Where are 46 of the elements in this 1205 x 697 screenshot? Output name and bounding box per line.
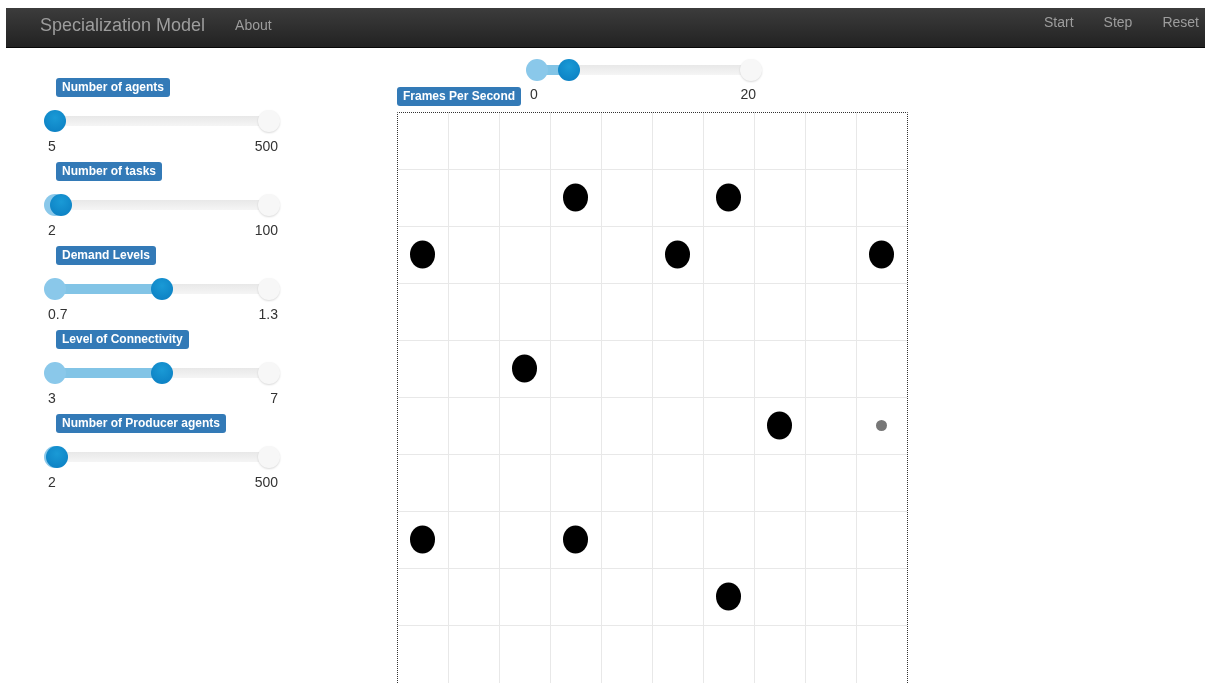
min-value: 0.7: [48, 305, 68, 324]
slider-handle[interactable]: [558, 59, 581, 81]
range-slider[interactable]: [44, 446, 280, 468]
max-value: 1.3: [258, 305, 278, 324]
max-value: 500: [254, 473, 278, 492]
slider-label: Frames Per Second: [397, 87, 522, 106]
max-value: 100: [254, 221, 278, 240]
agent-dot: [716, 183, 741, 212]
agent-dot: [716, 582, 741, 611]
agent-dot: [410, 525, 435, 554]
slider-handle[interactable]: [46, 446, 69, 468]
nav-link[interactable]: About: [235, 15, 272, 36]
slider-label: Number of agents: [56, 78, 170, 97]
min-value: 2: [48, 473, 56, 492]
range-slider[interactable]: [44, 194, 280, 216]
max-value: 500: [254, 137, 278, 156]
agent-dot: [876, 420, 887, 431]
agent-dot: [512, 354, 537, 383]
min-value: 3: [48, 389, 56, 408]
brand-title[interactable]: Specialization Model: [40, 12, 206, 39]
slider-handle[interactable]: [151, 362, 173, 384]
nav-link[interactable]: Reset: [1162, 12, 1199, 33]
agent-dot: [410, 240, 435, 269]
max-value: 7: [270, 389, 278, 408]
range-slider[interactable]: [44, 362, 280, 384]
nav-link[interactable]: Start: [1044, 12, 1074, 33]
agent-dot: [563, 525, 588, 554]
slider-label: Level of Connectivity: [56, 330, 189, 349]
agent-dot: [563, 183, 588, 212]
agent-dot: [767, 411, 792, 440]
range-slider[interactable]: [44, 110, 280, 132]
slider-handle[interactable]: [50, 194, 73, 216]
nav-link[interactable]: Step: [1103, 12, 1133, 33]
max-value: 20: [740, 85, 757, 104]
range-slider[interactable]: [526, 59, 763, 81]
slider-handle[interactable]: [44, 110, 66, 132]
range-slider[interactable]: [44, 278, 280, 300]
slider-label: Number of tasks: [56, 162, 163, 181]
min-value: 2: [48, 221, 56, 240]
min-value: 5: [48, 137, 56, 156]
agent-dot: [869, 240, 894, 269]
slider-label: Demand Levels: [56, 246, 157, 265]
slider-label: Number of Producer agents: [56, 414, 227, 433]
agent-dot: [665, 240, 690, 269]
slider-handle[interactable]: [151, 278, 173, 300]
min-value: 0: [530, 85, 538, 104]
